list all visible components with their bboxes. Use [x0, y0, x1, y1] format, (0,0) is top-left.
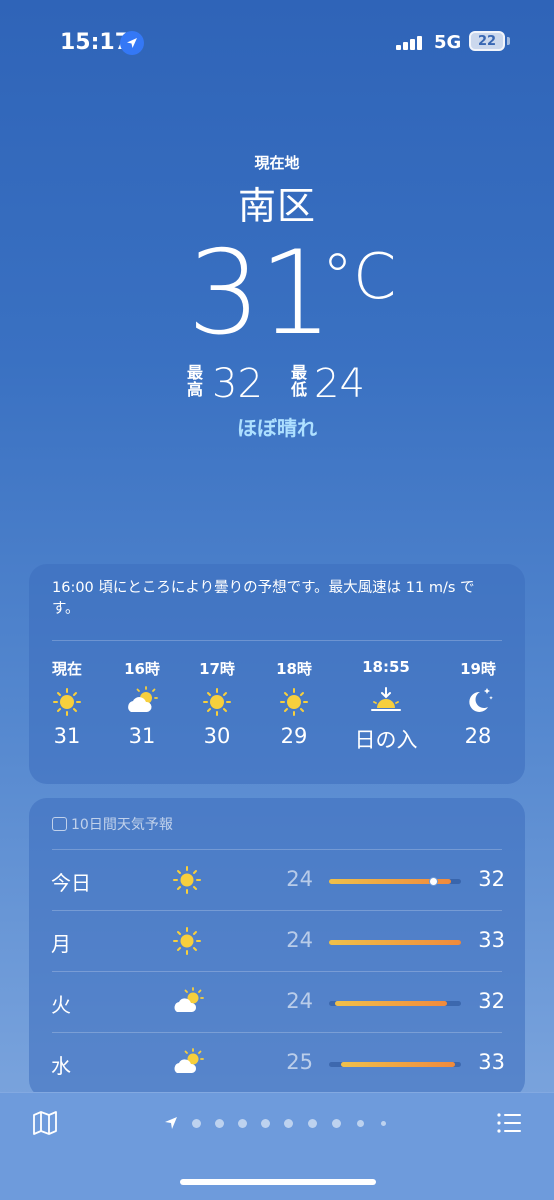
temp-range-bar [329, 877, 461, 886]
temperature-block: 31 °C [0, 234, 554, 354]
hour-item: 16時 31 [102, 658, 182, 748]
current-weather: 現在地 南区 31 °C 最 高 32 最 低 24 ほぼ晴れ [0, 150, 554, 440]
page-dot[interactable] [238, 1119, 247, 1128]
partly-cloudy-icon [169, 1045, 209, 1081]
high-label: 最 高 [186, 363, 203, 399]
hour-item: 現在 31 [27, 658, 107, 748]
status-bar: 15:17 5G 22 [0, 0, 554, 80]
home-indicator[interactable] [180, 1179, 376, 1185]
hourly-forecast-card[interactable]: 16:00 頃にところにより曇りの予想です。最大風速は 11 m/s です。 現… [29, 564, 525, 784]
sun-icon [177, 678, 257, 722]
hour-temp: 29 [280, 724, 308, 748]
map-icon[interactable] [32, 1111, 58, 1135]
page-dot[interactable] [357, 1120, 364, 1127]
battery-icon: 22 [469, 31, 505, 51]
day-high: 32 [478, 989, 505, 1013]
location-label: 現在地 [254, 154, 300, 172]
sun-icon [169, 862, 209, 898]
hour-temp: 31 [53, 724, 81, 748]
hour-temp: 30 [203, 724, 231, 748]
day-high: 32 [478, 867, 505, 891]
battery-tip [507, 37, 510, 45]
day-name: 水 [51, 1054, 71, 1078]
page-dot[interactable] [308, 1119, 317, 1128]
current-temperature: 31 [187, 226, 333, 361]
location-arrow-icon [165, 1117, 177, 1129]
current-temp-marker [429, 877, 438, 886]
day-name: 火 [51, 993, 71, 1017]
hour-temp: 31 [128, 724, 156, 748]
hour-temp: 日の入 [354, 728, 418, 752]
day-name: 月 [51, 932, 71, 956]
page-dot[interactable] [192, 1119, 201, 1128]
forecast-row[interactable]: 火 24 32 [29, 972, 525, 1032]
hour-item: 19時 28 [438, 658, 518, 748]
low-temp: 24 [314, 361, 365, 407]
moon-stars-icon [438, 678, 518, 722]
day-name: 今日 [51, 871, 91, 895]
day-low: 24 [286, 867, 313, 891]
temp-range-fill [329, 940, 461, 945]
location-arrow-icon [120, 31, 144, 55]
signal-icon [396, 36, 424, 50]
day-high: 33 [478, 928, 505, 952]
list-icon[interactable] [496, 1111, 522, 1135]
forecast-title: 10日間天気予報 [52, 814, 173, 834]
day-low: 24 [286, 928, 313, 952]
calendar-icon [52, 817, 67, 831]
partly-cloudy-icon [169, 984, 209, 1020]
hour-label: 18:55 [362, 658, 410, 676]
divider [52, 640, 502, 641]
page-dot[interactable] [332, 1119, 341, 1128]
forecast-row[interactable]: 今日 24 32 [29, 850, 525, 910]
condition-text: ほぼ晴れ [237, 416, 317, 440]
hour-item: 17時 30 [177, 658, 257, 748]
bottom-toolbar [0, 1092, 554, 1200]
hour-item: 18:55 日の入 [345, 658, 427, 754]
page-indicator[interactable] [160, 1115, 400, 1131]
hour-label: 16時 [124, 660, 160, 678]
hour-label: 17時 [199, 660, 235, 678]
hour-temp: 28 [464, 724, 492, 748]
temp-range-fill [335, 1001, 447, 1006]
temperature-unit: °C [322, 240, 397, 313]
page-dot[interactable] [261, 1119, 270, 1128]
city-name: 南区 [237, 184, 316, 228]
forecast-title-text: 10日間天気予報 [71, 817, 173, 833]
page-dot[interactable] [215, 1119, 224, 1128]
sun-icon [169, 923, 209, 959]
forecast-row[interactable]: 水 25 33 [29, 1033, 525, 1093]
sun-icon [254, 678, 334, 722]
day-high: 33 [478, 1050, 505, 1074]
temp-range-fill [341, 1062, 455, 1067]
sun-icon [27, 678, 107, 722]
day-low: 25 [286, 1050, 313, 1074]
day-low: 24 [286, 989, 313, 1013]
hour-item: 18時 29 [254, 658, 334, 748]
partly-cloudy-icon [102, 678, 182, 722]
network-type: 5G [434, 32, 462, 53]
high-temp: 32 [212, 361, 263, 407]
hourly-summary: 16:00 頃にところにより曇りの予想です。最大風速は 11 m/s です。 [52, 580, 475, 617]
hour-label: 19時 [460, 660, 496, 678]
low-label: 最 低 [290, 363, 307, 399]
temp-range-bar [329, 1062, 461, 1067]
hour-label: 18時 [276, 660, 312, 678]
ten-day-forecast-card[interactable]: 10日間天気予報 今日 24 32 月 24 33 火 24 32 水 25 3… [29, 798, 525, 1098]
page-dot[interactable] [284, 1119, 293, 1128]
forecast-row[interactable]: 月 24 33 [29, 911, 525, 971]
temp-range-bar [329, 1001, 461, 1006]
sunset-icon [345, 678, 427, 722]
temp-range-bar [329, 940, 461, 945]
page-dot[interactable] [381, 1121, 386, 1126]
hour-label: 現在 [51, 660, 82, 678]
